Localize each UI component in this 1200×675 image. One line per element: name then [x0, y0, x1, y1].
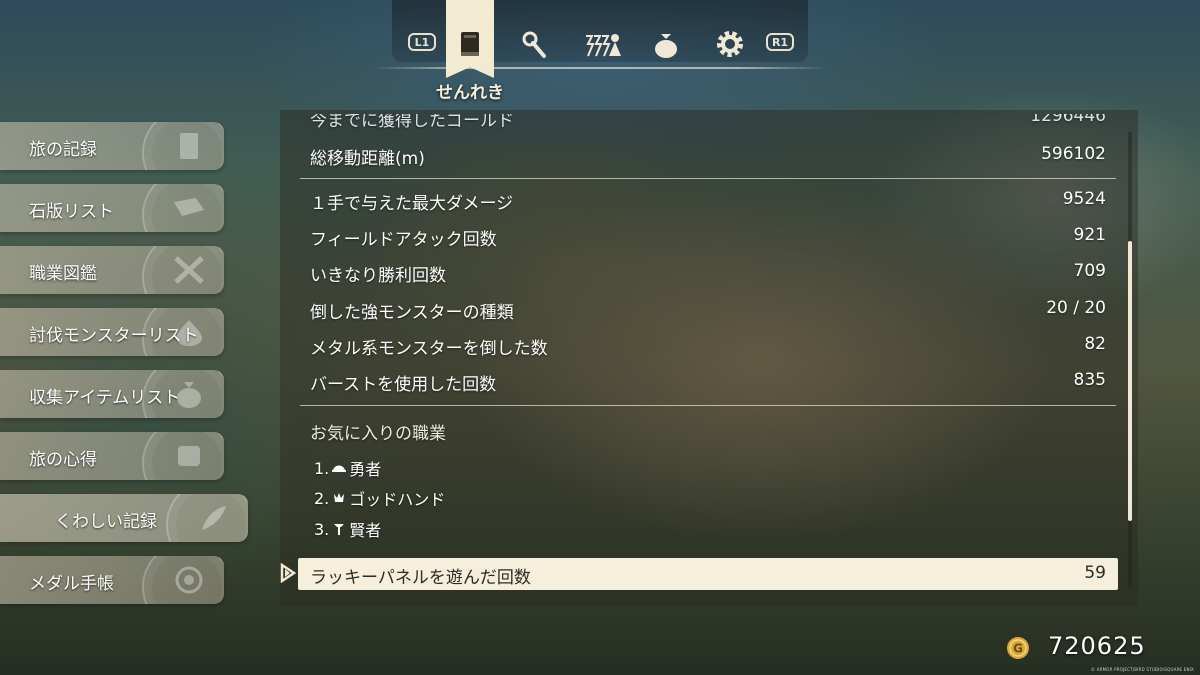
scrollbar-track[interactable]	[1128, 132, 1132, 587]
favorite-rank: 3.	[314, 519, 330, 539]
sidebar-item-travel-record[interactable]: 旅の記録	[0, 122, 224, 170]
detailed-record-panel: 今までに獲得したゴールド 1296446 総移動距離(m) 596102 １手で…	[280, 110, 1138, 605]
sidebar-item-medal-book[interactable]: メダル手帳	[0, 556, 224, 604]
record-label: 今までに獲得したゴールド	[310, 111, 514, 131]
magic-staff-icon[interactable]	[518, 28, 550, 60]
active-tab-caption: せんれき	[436, 83, 504, 103]
record-value: 596102	[1041, 144, 1106, 164]
sidebar-item-collected-item-list[interactable]: 収集アイテムリスト	[0, 370, 224, 418]
record-label: いきなり勝利回数	[310, 266, 446, 286]
record-row: バーストを使用した回数 835	[310, 364, 1106, 400]
staff-icon	[334, 524, 345, 535]
record-row: １手で与えた最大ダメージ 9524	[310, 183, 1106, 219]
tablet-icon	[174, 198, 204, 216]
record-label: ラッキーパネルを遊んだ回数	[310, 568, 531, 588]
record-label: バーストを使用した回数	[310, 375, 497, 395]
medal-icon	[175, 566, 203, 594]
scroll-icon	[178, 446, 200, 466]
party-icon[interactable]	[582, 28, 622, 60]
record-row: メタル系モンスターを倒した数 82	[310, 328, 1106, 364]
favorite-jobs-title: お気に入りの職業	[310, 424, 446, 444]
fist-icon	[334, 493, 345, 502]
scrollbar-thumb[interactable]	[1128, 241, 1132, 521]
top-tab-bar: L1 R1	[372, 0, 828, 78]
record-row: いきなり勝利回数 709	[310, 255, 1106, 291]
sidebar-item-detailed-record[interactable]: くわしい記録	[0, 494, 248, 542]
record-label: メタル系モンスターを倒した数	[310, 339, 548, 359]
record-label: １手で与えた最大ダメージ	[310, 194, 514, 214]
section-divider	[300, 405, 1116, 406]
sidebar-item-job-encyclopedia[interactable]: 職業図鑑	[0, 246, 224, 294]
gold-amount: 720625	[1048, 632, 1146, 660]
sidebar-item-label: メダル手帳	[29, 574, 114, 594]
copyright-notice: © ARMOR PROJECT/BIRD STUDIO/SQUARE ENIX	[1091, 667, 1194, 672]
sidebar-item-label: 旅の記録	[29, 140, 97, 160]
sidebar-item-label: 石版リスト	[29, 202, 114, 222]
sidebar-item-label: 討伐モンスターリスト	[29, 326, 199, 346]
record-value: 835	[1073, 370, 1106, 390]
favorite-rank: 2.	[314, 488, 330, 508]
sidebar-item-tablet-list[interactable]: 石版リスト	[0, 184, 224, 232]
record-value: 709	[1073, 261, 1106, 281]
sidebar-item-travel-tips[interactable]: 旅の心得	[0, 432, 224, 480]
favorite-job-name: 賢者	[349, 521, 382, 540]
record-row: 総移動距離(m) 596102	[310, 138, 1106, 174]
sidebar-item-defeated-monster-list[interactable]: 討伐モンスターリスト	[0, 308, 224, 356]
record-label: 倒した強モンスターの種類	[310, 303, 514, 323]
gold-coin-icon: G	[1007, 637, 1029, 659]
selection-cursor-icon	[280, 563, 297, 583]
helmet-icon	[332, 465, 347, 472]
bag-icon[interactable]	[650, 28, 682, 60]
record-value: 82	[1084, 334, 1106, 354]
sidebar-item-label: 職業図鑑	[29, 264, 97, 284]
gear-icon[interactable]	[714, 28, 746, 60]
r1-button-hint[interactable]: R1	[766, 33, 794, 51]
record-label: フィールドアタック回数	[310, 230, 497, 250]
favorite-job-name: ゴッドハンド	[349, 490, 446, 509]
l1-button-hint[interactable]: L1	[408, 33, 436, 51]
svg-text:G: G	[1013, 642, 1023, 656]
book-icon	[461, 32, 479, 56]
record-value: 921	[1073, 225, 1106, 245]
record-value: 20 / 20	[1046, 298, 1106, 318]
section-divider	[300, 178, 1116, 179]
favorite-rank: 1.	[314, 458, 330, 478]
favorite-job-item: 2. ゴッドハンド	[314, 486, 445, 510]
gold-counter: G 720625	[1000, 628, 1200, 668]
record-row: 倒した強モンスターの種類 20 / 20	[310, 292, 1106, 328]
crossed-tools-icon	[174, 256, 204, 284]
record-row-selected[interactable]: ラッキーパネルを遊んだ回数 59	[298, 558, 1118, 590]
feather-icon	[202, 506, 226, 530]
favorite-job-name: 勇者	[349, 460, 382, 479]
book-icon	[180, 133, 198, 159]
sidebar-item-label: 旅の心得	[29, 450, 97, 470]
record-value: 9524	[1062, 189, 1106, 209]
record-row: フィールドアタック回数 921	[310, 219, 1106, 255]
sidebar-item-label: くわしい記録	[55, 512, 157, 532]
tab-bar-underline	[372, 67, 828, 69]
record-value: 59	[1084, 563, 1106, 583]
favorite-job-item: 1. 勇者	[314, 456, 381, 480]
record-label: 総移動距離(m)	[310, 149, 425, 169]
sidebar-item-label: 収集アイテムリスト	[29, 388, 181, 408]
favorite-job-item: 3. 賢者	[314, 517, 381, 541]
